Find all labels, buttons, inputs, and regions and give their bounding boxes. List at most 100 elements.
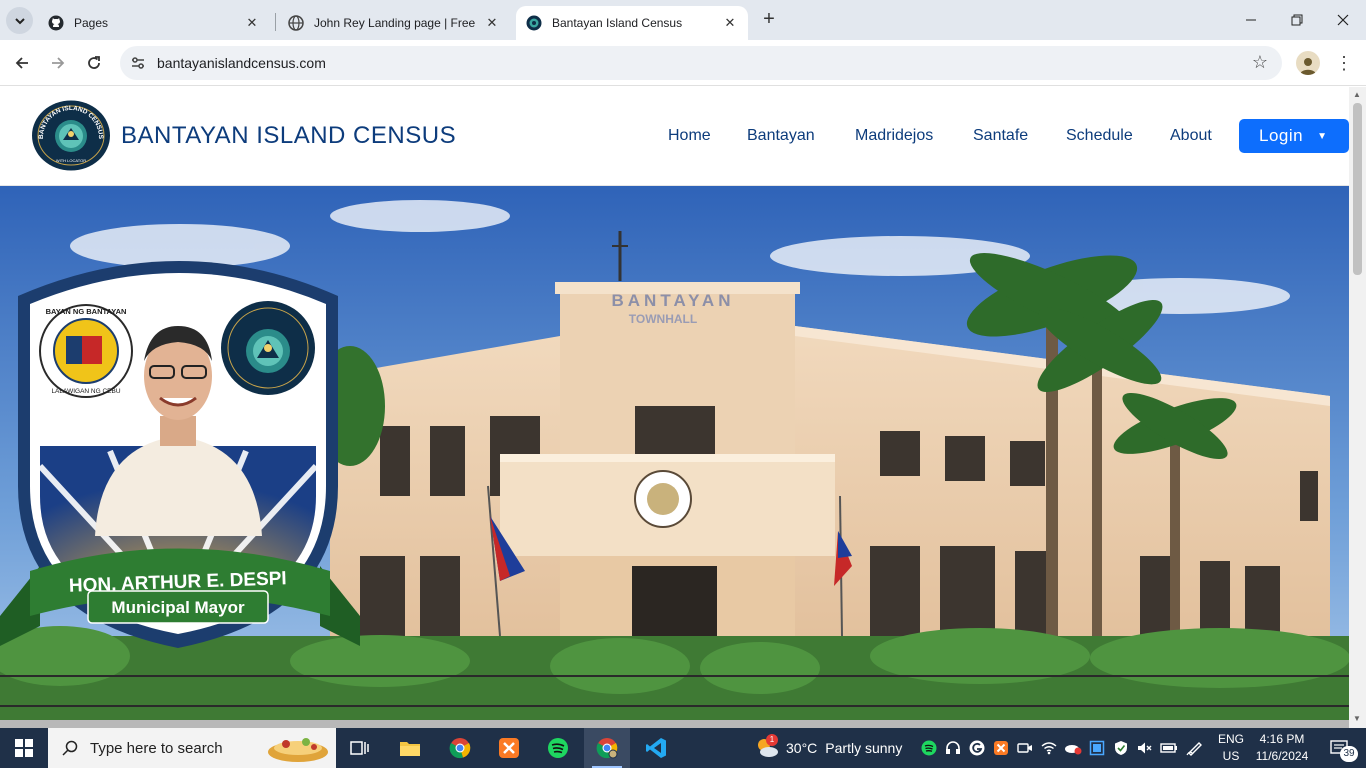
windows-taskbar: Type here to search 1 30°C Partly sunny — [0, 728, 1366, 768]
search-placeholder: Type here to search — [90, 739, 223, 757]
tray-pen[interactable] — [1182, 728, 1208, 768]
tray-security[interactable] — [1110, 728, 1132, 768]
close-tab-icon[interactable]: ✕ — [722, 15, 738, 31]
chevron-down-icon — [14, 17, 25, 24]
shield-icon — [1115, 741, 1127, 755]
grammarly-icon — [969, 740, 985, 756]
restore-button[interactable] — [1274, 0, 1320, 40]
weather-badge: 1 — [766, 734, 778, 746]
clock-date: 11/6/2024 — [1255, 749, 1309, 763]
tray-app2[interactable] — [1086, 728, 1108, 768]
xampp-icon — [994, 741, 1008, 755]
windows-logo-icon — [15, 739, 33, 757]
file-explorer-button[interactable] — [387, 728, 433, 768]
folder-icon — [400, 742, 420, 756]
profile-avatar[interactable] — [1296, 51, 1320, 75]
notification-center-button[interactable]: 39 — [1320, 728, 1360, 768]
tab-title: Pages — [74, 16, 109, 30]
chrome-button[interactable] — [437, 728, 483, 768]
tab-search-button[interactable] — [6, 7, 33, 34]
census-emblem — [221, 301, 315, 395]
census-logo[interactable]: BANTAYAN ISLAND CENSUS WITH LOCATOR — [31, 100, 111, 171]
close-tab-icon[interactable]: ✕ — [484, 15, 500, 31]
taskbar-search[interactable]: Type here to search — [48, 728, 336, 768]
spotify-button[interactable] — [535, 728, 581, 768]
close-icon — [1337, 14, 1349, 26]
address-bar[interactable]: bantayanislandcensus.com ☆ — [120, 46, 1282, 80]
tray-spotify[interactable] — [918, 728, 940, 768]
forward-button[interactable] — [44, 49, 72, 77]
bookmark-star-icon[interactable]: ☆ — [1252, 52, 1268, 73]
tab-title: Bantayan Island Census — [552, 16, 683, 30]
tray-battery[interactable] — [1158, 728, 1180, 768]
nav-about[interactable]: About — [1170, 127, 1212, 145]
caret-down-icon: ▼ — [1317, 130, 1328, 142]
weather-widget[interactable]: 1 30°C Partly sunny — [754, 728, 902, 768]
tray-network[interactable] — [1038, 728, 1060, 768]
site-brand[interactable]: BANTAYAN ISLAND CENSUS — [121, 122, 456, 150]
mayor-title: Municipal Mayor — [111, 598, 245, 617]
chrome-icon — [596, 738, 618, 759]
scroll-thumb[interactable] — [1353, 103, 1362, 275]
login-dropdown-button[interactable]: Login ▼ — [1239, 119, 1349, 153]
vscode-button[interactable] — [633, 728, 679, 768]
close-window-button[interactable] — [1320, 0, 1366, 40]
task-view-icon — [350, 741, 369, 755]
globe-icon — [288, 15, 304, 31]
census-logo-icon — [526, 15, 542, 31]
browser-menu-icon[interactable]: ⋮ — [1334, 52, 1354, 74]
scroll-up-icon[interactable]: ▲ — [1353, 90, 1361, 99]
back-button[interactable] — [8, 49, 36, 77]
site-info-icon[interactable] — [130, 55, 146, 71]
clock-time: 4:16 PM — [1259, 732, 1305, 746]
input-language[interactable]: ENG US — [1214, 731, 1248, 765]
tab-separator — [275, 13, 276, 31]
seal-sub-text: LALAWIGAN NG CEBU — [51, 388, 120, 395]
person-icon — [1300, 58, 1316, 75]
new-tab-button[interactable]: + — [758, 9, 780, 31]
minimize-icon — [1246, 19, 1256, 21]
tab-john-rey[interactable]: John Rey Landing page | Free B ✕ — [278, 6, 510, 40]
nav-bantayan[interactable]: Bantayan — [747, 127, 815, 145]
weather-desc: Partly sunny — [825, 740, 903, 756]
tray-meet[interactable] — [1014, 728, 1036, 768]
url-text[interactable]: bantayanislandcensus.com — [157, 55, 326, 71]
nav-santafe[interactable]: Santafe — [973, 127, 1028, 145]
battery-icon — [1160, 743, 1177, 753]
tray-volume[interactable] — [1134, 728, 1156, 768]
hero-banner: BANTAYAN TOWNHALL BAYAN NG BANTAYAN LALA… — [0, 186, 1349, 728]
spotify-icon — [548, 738, 568, 758]
start-button[interactable] — [0, 728, 48, 768]
scroll-down-icon[interactable]: ▼ — [1353, 714, 1361, 723]
tray-xampp[interactable] — [990, 728, 1012, 768]
tab-title: John Rey Landing page | Free B — [314, 16, 476, 30]
arrow-left-icon — [15, 57, 28, 69]
page-scrollbar[interactable]: ▲ ▼ — [1349, 87, 1366, 728]
nav-home[interactable]: Home — [668, 127, 711, 145]
close-tab-icon[interactable]: ✕ — [244, 15, 260, 31]
chrome-icon — [449, 738, 471, 759]
headset-icon — [946, 741, 960, 754]
nav-madridejos[interactable]: Madridejos — [855, 127, 933, 145]
notification-count: 39 — [1340, 746, 1358, 762]
nav-schedule[interactable]: Schedule — [1066, 127, 1133, 145]
reload-icon — [88, 56, 100, 69]
tray-app[interactable] — [942, 728, 964, 768]
tab-pages[interactable]: Pages ✕ — [38, 6, 270, 40]
page-viewport: BANTAYAN ISLAND CENSUS WITH LOCATOR BANT… — [0, 87, 1366, 728]
task-view-button[interactable] — [337, 728, 383, 768]
wifi-icon — [1041, 742, 1057, 755]
minimize-button[interactable] — [1228, 0, 1274, 40]
camera-icon — [1017, 743, 1032, 753]
taskbar-clock[interactable]: 4:16 PM 11/6/2024 — [1252, 731, 1312, 765]
restore-icon — [1291, 14, 1303, 26]
tray-grammarly[interactable] — [966, 728, 988, 768]
xampp-button[interactable] — [486, 728, 532, 768]
vscode-icon — [646, 738, 666, 758]
tray-cloud[interactable] — [1062, 728, 1084, 768]
reload-button[interactable] — [80, 49, 108, 77]
tab-bantayan-census[interactable]: Bantayan Island Census ✕ — [516, 6, 748, 40]
weather-temp: 30°C — [786, 740, 818, 756]
chrome-profile-button[interactable] — [584, 728, 630, 768]
xampp-icon — [499, 738, 519, 758]
